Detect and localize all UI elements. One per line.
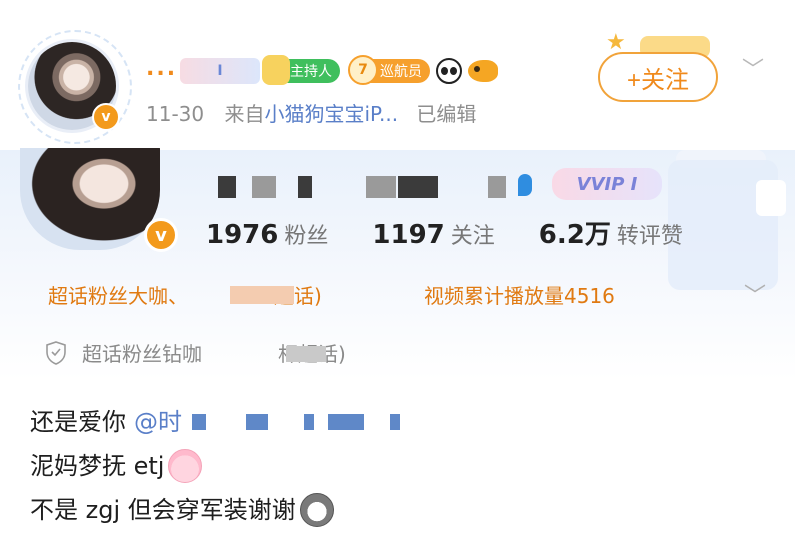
mention-redaction [192,414,206,430]
follow-button[interactable]: +关注 [598,52,718,102]
followers-label: 粉丝 [284,224,329,249]
post-header: v ... I 主持人 7 巡航员 11-30 来自小猫狗宝宝iP... 已编辑… [0,0,795,150]
honor-redaction [230,286,294,304]
mention-redaction [390,414,400,430]
fish-icon[interactable] [468,60,498,82]
panda-icon[interactable] [436,58,462,84]
name-redaction [252,176,276,198]
cruise-badge-label: 巡航员 [380,64,422,80]
post-line-2: 泥妈梦抚 etj [30,444,400,488]
engagement-count[interactable]: 6.2万 [539,214,611,251]
verified-icon: v [92,103,120,131]
vvip-badge[interactable]: VVIP I [552,168,662,200]
name-redaction [398,176,438,198]
cruise-badge[interactable]: 7 巡航员 [348,55,430,85]
name-redaction [218,176,236,198]
host-badge-icon [262,55,290,85]
weibo-post-screen: v ... I 主持人 7 巡航员 11-30 来自小猫狗宝宝iP... 已编辑… [0,0,795,557]
honor-supertopic-label: 超话粉丝大咖 [48,284,168,308]
followers-count[interactable]: 1976 [206,220,278,250]
honor-video-plays[interactable]: 视频累计播放量4516 [424,280,615,309]
post-text: 还是爱你 [30,408,126,436]
following-count[interactable]: 1197 [372,220,444,250]
vvip-icon [518,174,532,196]
post-content: 还是爱你 @时 泥妈梦抚 etj 不是 zgj 但会穿军装谢谢 [30,400,400,532]
post-line-1: 还是爱你 @时 [30,400,400,444]
mention-link[interactable]: @时 [134,400,182,444]
name-redaction [298,176,312,198]
name-redaction [488,176,506,198]
post-line-3: 不是 zgj 但会穿军装谢谢 [30,488,400,532]
mention-redaction [246,414,268,430]
following-label: 关注 [450,224,495,249]
chevron-down-icon[interactable]: ﹀ [742,52,764,84]
honor-redaction [286,346,326,362]
mention-redaction [328,414,364,430]
cruise-level: 7 [348,55,378,85]
post-source[interactable]: 小猫狗宝宝iP... [264,102,398,126]
source-prefix: 来自 [224,102,265,126]
name-redaction [366,176,396,198]
fan-badge[interactable]: I [180,58,260,84]
post-meta: 11-30 来自小猫狗宝宝iP... 已编辑 [146,98,476,127]
cat-emoji-icon [299,493,334,527]
card-verified-icon: v [144,218,178,252]
host-badge-label: 主持人 [290,64,332,80]
bunny-emoji-icon [168,449,203,483]
username[interactable]: ... [146,56,177,81]
card-avatar[interactable] [20,148,160,250]
post-text: 泥妈梦抚 etj [30,452,165,480]
stats-row: 1976 粉丝 1197 关注 6.2万 转评赞 [206,214,727,251]
engagement-label: 转评赞 [616,224,683,249]
profile-card[interactable]: v VVIP I 1976 粉丝 1197 关注 6.2万 转评赞 超话粉丝大咖… [0,148,795,380]
honor-diamond-label: 超话粉丝钻咖 [82,342,202,366]
shield-icon [46,340,66,365]
mention-redaction [304,414,314,430]
post-date: 11-30 [146,102,205,126]
chevron-down-icon[interactable]: ﹀ [744,278,766,310]
edited-label: 已编辑 [416,102,477,126]
post-text: 不是 zgj 但会穿军装谢谢 [30,496,296,524]
host-badge[interactable]: 主持人 [262,55,340,85]
badge-row: I 主持人 7 巡航员 [180,55,498,85]
card-decoration-small [756,180,786,216]
